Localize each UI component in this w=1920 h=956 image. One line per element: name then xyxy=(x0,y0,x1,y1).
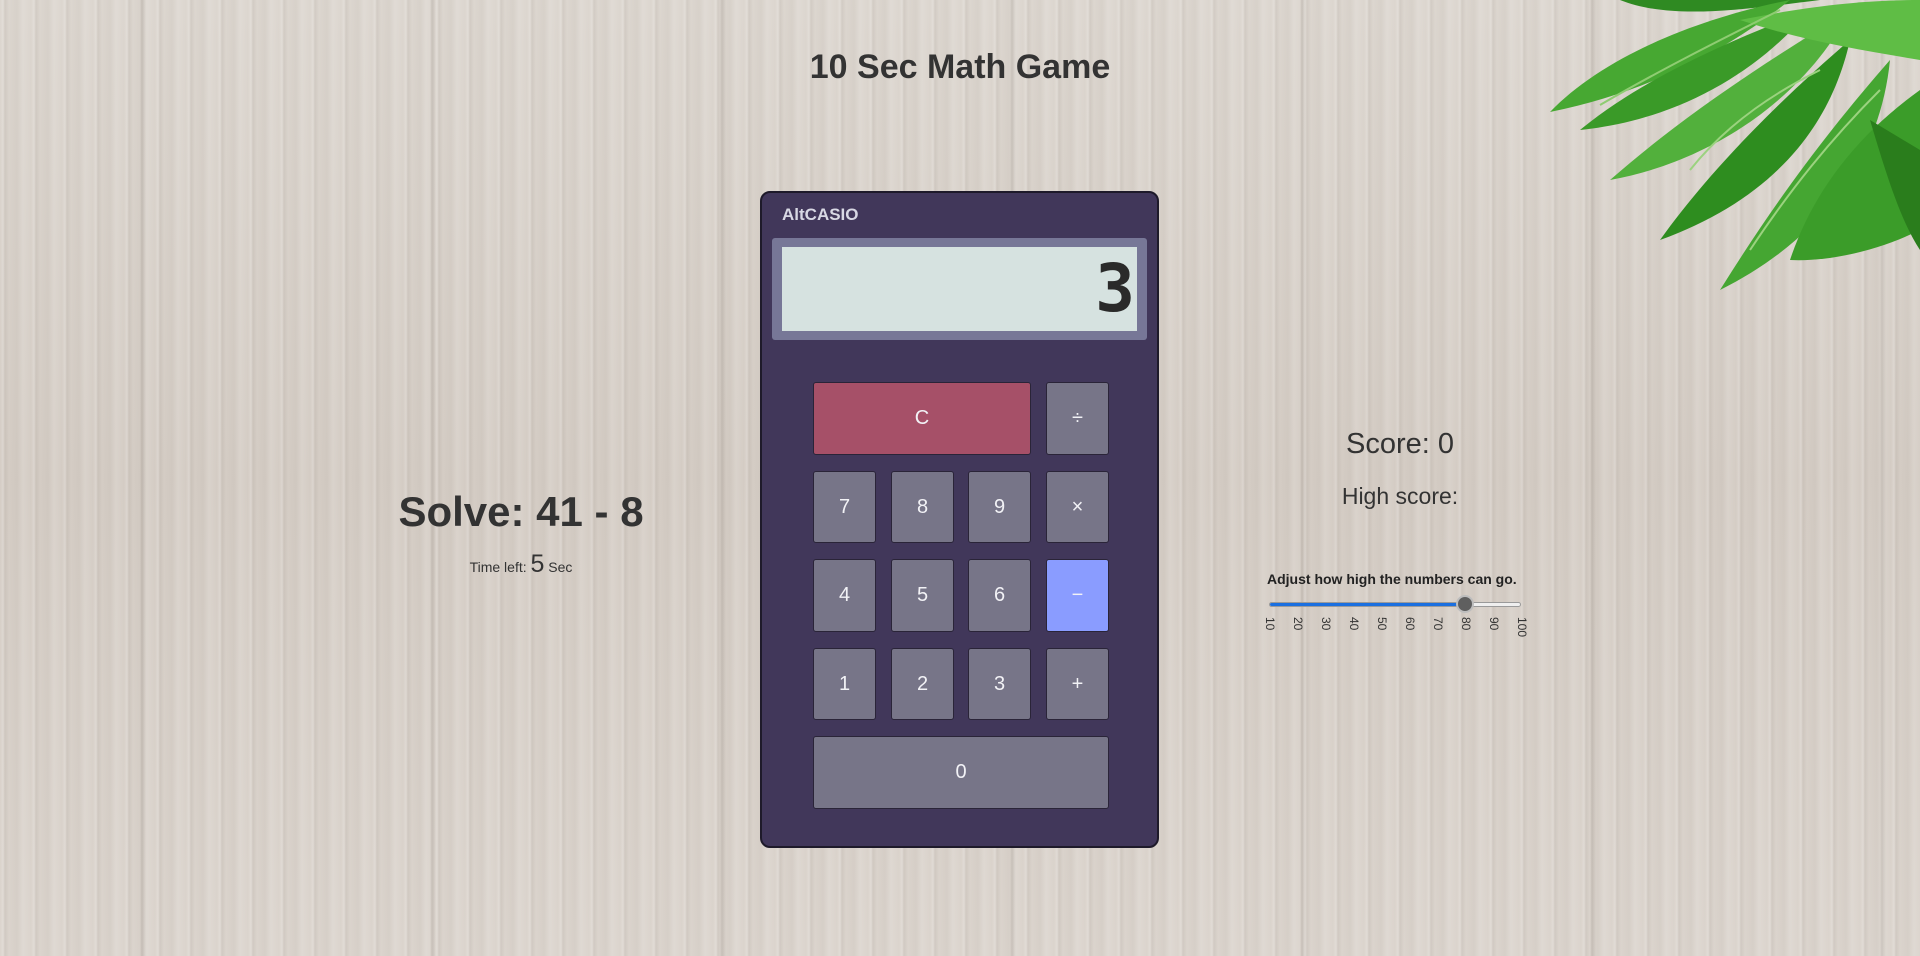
two-button[interactable]: 2 xyxy=(891,648,954,720)
slider-fill xyxy=(1270,603,1466,606)
time-left-value: 5 xyxy=(530,550,545,578)
range-slider-block: Adjust how high the numbers can go. 10 20… xyxy=(1263,571,1529,637)
slider-tick-label: 30 xyxy=(1319,617,1333,631)
slider-ticks: 10 20 30 40 50 60 70 80 90 100 xyxy=(1263,617,1529,647)
score-text: Score: 0 xyxy=(1346,428,1454,460)
calculator-brand: AltCASIO xyxy=(782,205,859,224)
add-button[interactable]: + xyxy=(1046,648,1109,720)
six-button[interactable]: 6 xyxy=(968,559,1031,632)
slider-thumb[interactable] xyxy=(1456,595,1474,613)
leaves-decoration xyxy=(1550,0,1920,290)
slider-track[interactable] xyxy=(1269,602,1521,607)
nine-button[interactable]: 9 xyxy=(968,471,1031,543)
slider-tick-label: 100 xyxy=(1515,617,1529,638)
subtract-button[interactable]: − xyxy=(1046,559,1109,632)
slider-tick-label: 90 xyxy=(1487,617,1501,631)
three-button[interactable]: 3 xyxy=(968,648,1031,720)
calculator-display: 3 xyxy=(782,247,1137,331)
time-left-label: Time left: xyxy=(469,559,527,575)
time-left-unit: Sec xyxy=(548,559,573,575)
eight-button[interactable]: 8 xyxy=(891,471,954,543)
page-title: 10 Sec Math Game xyxy=(809,48,1111,86)
slider-label: Adjust how high the numbers can go. xyxy=(1267,571,1517,587)
high-score-text: High score: xyxy=(1341,483,1459,509)
slider-tick-label: 40 xyxy=(1347,617,1361,631)
display-frame: 3 xyxy=(772,238,1147,340)
divide-button[interactable]: ÷ xyxy=(1046,382,1109,455)
score-panel: Score: 0 High score: xyxy=(1250,428,1550,510)
problem-text: Solve: 41 - 8 xyxy=(398,488,644,535)
slider-tick-label: 60 xyxy=(1403,617,1417,631)
slider-tick-label: 10 xyxy=(1263,617,1277,631)
seven-button[interactable]: 7 xyxy=(813,471,876,543)
slider-tick-label: 20 xyxy=(1291,617,1305,631)
clear-button[interactable]: C xyxy=(813,382,1031,455)
slider-tick-label: 80 xyxy=(1459,617,1473,631)
one-button[interactable]: 1 xyxy=(813,648,876,720)
slider-tick-label: 70 xyxy=(1431,617,1445,631)
five-button[interactable]: 5 xyxy=(891,559,954,632)
multiply-button[interactable]: × xyxy=(1046,471,1109,543)
four-button[interactable]: 4 xyxy=(813,559,876,632)
slider-tick-label: 50 xyxy=(1375,617,1389,631)
calculator: AltCASIO 3 C ÷ 7 8 9 × 4 5 6 − 1 2 3 + 0 xyxy=(760,191,1159,848)
zero-button[interactable]: 0 xyxy=(813,736,1109,809)
problem-panel: Solve: 41 - 8 Time left: 5 Sec xyxy=(370,488,672,579)
time-left: Time left: 5 Sec xyxy=(370,550,672,579)
